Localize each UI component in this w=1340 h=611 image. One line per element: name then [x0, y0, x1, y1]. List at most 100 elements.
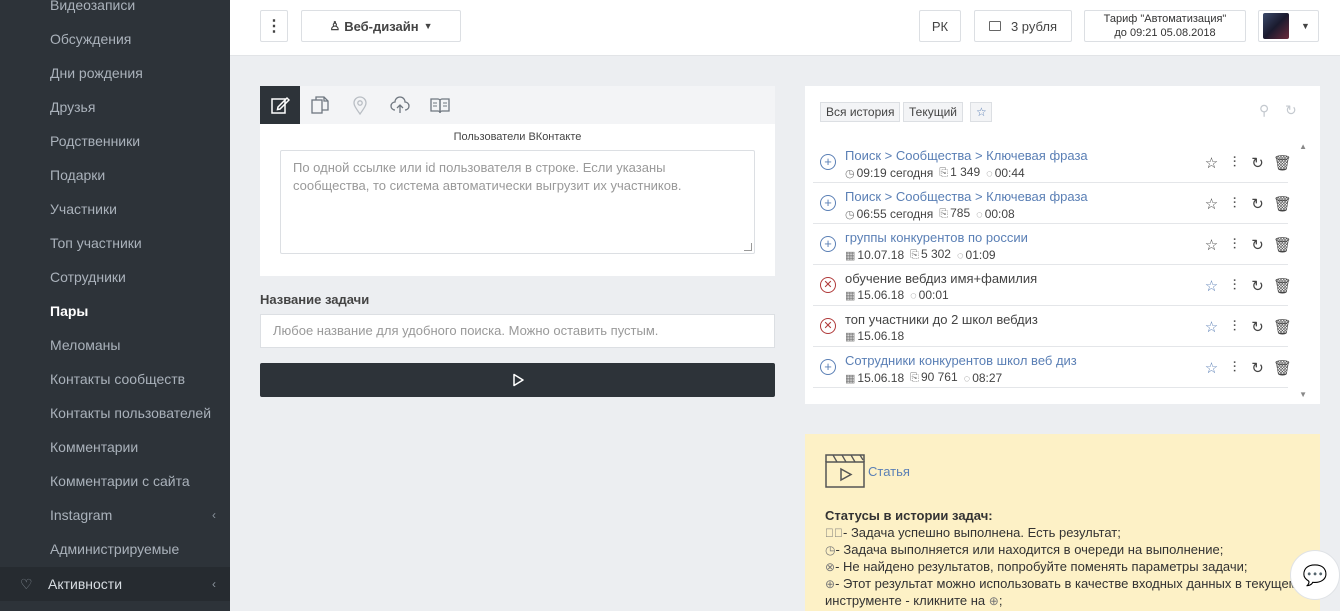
sidebar-item-label: Участники [50, 201, 117, 217]
sidebar-section-activities[interactable]: ♡ Активности ‹ [0, 567, 230, 601]
sidebar-item-discussions[interactable]: Обсуждения [0, 22, 230, 56]
status-line-text: - Этот результат можно использовать в ка… [835, 576, 1298, 591]
history-title-link[interactable]: группы конкурентов по россии [845, 230, 1028, 245]
sidebar-item-relatives[interactable]: Родственники [0, 124, 230, 158]
sidebar-item-user-contacts[interactable]: Контакты пользователей [0, 396, 230, 430]
sidebar-item-couples[interactable]: Пары [0, 294, 230, 328]
trash-icon[interactable]: 🗑 [1273, 236, 1292, 254]
settings-sliders-icon[interactable]: ⫶ [1227, 318, 1242, 336]
balance-button[interactable]: 3 рубля [974, 10, 1072, 42]
language-button[interactable]: РК [919, 10, 961, 42]
tab-copy[interactable] [300, 86, 340, 124]
star-icon[interactable]: ☆ [1204, 318, 1219, 336]
trash-icon[interactable]: 🗑 [1273, 359, 1292, 377]
history-title-link[interactable]: Сотрудники конкурентов школ веб диз [845, 353, 1077, 368]
sidebar-item-birthdays[interactable]: Дни рождения [0, 56, 230, 90]
trash-icon[interactable]: 🗑 [1273, 277, 1292, 295]
task-name-input[interactable]: Любое название для удобного поиска. Можн… [260, 314, 775, 348]
tab-location[interactable] [340, 86, 380, 124]
project-selector[interactable]: ♙ Веб-дизайн ▼ [301, 10, 461, 42]
tariff-name: Тариф "Автоматизация" [1103, 13, 1227, 25]
search-icon[interactable]: ⚲ [1259, 102, 1269, 119]
settings-sliders-icon[interactable]: ⫶ [1227, 359, 1242, 377]
sidebar-item-videos[interactable]: Видеозаписи [0, 0, 230, 22]
chat-button[interactable]: 💬 [1290, 550, 1340, 600]
rerun-icon[interactable]: ↻ [1250, 154, 1265, 172]
copy-icon: ⎘ [910, 372, 919, 384]
add-circle-icon[interactable]: + [820, 195, 836, 211]
info-box: Статья Статусы в истории задач: ✓⃝- Зада… [805, 434, 1320, 611]
star-icon[interactable]: ☆ [1204, 359, 1219, 377]
timer-icon: ◌ [976, 208, 983, 221]
filter-all-history[interactable]: Вся история [820, 102, 901, 122]
history-title-link[interactable]: Поиск > Сообщества > Ключевая фраза [845, 148, 1088, 163]
clock-icon: ◷ [845, 208, 855, 221]
history-date: 06:55 сегодня [856, 206, 934, 221]
resize-handle-icon[interactable] [744, 243, 752, 251]
trash-icon[interactable]: 🗑 [1273, 154, 1292, 172]
language-label: РК [931, 18, 949, 34]
scroll-down-arrow-icon[interactable]: ▼ [1299, 390, 1307, 399]
balance-label: 3 рубля [1010, 18, 1058, 34]
topbar: ⋮ ♙ Веб-дизайн ▼ РК 3 рубля Тариф "Автом… [230, 0, 1340, 56]
sidebar-item-comments[interactable]: Комментарии [0, 430, 230, 464]
sidebar-item-members[interactable]: Участники [0, 192, 230, 226]
trash-icon[interactable]: 🗑 [1273, 318, 1292, 336]
history-title-link[interactable]: Поиск > Сообщества > Ключевая фраза [845, 189, 1088, 204]
more-vertical-icon: ⋮ [266, 18, 282, 35]
user-menu-button[interactable]: ▼ [1258, 10, 1319, 42]
history-count: 5 302 [920, 247, 951, 261]
status-line-empty: ⊗- Не найдено результатов, попробуйте по… [825, 559, 1248, 574]
rerun-icon[interactable]: ↻ [1250, 236, 1265, 254]
sidebar-item-administered[interactable]: Администрируемые [0, 532, 230, 566]
rerun-icon[interactable]: ↻ [1250, 277, 1265, 295]
star-icon[interactable]: ☆ [1204, 154, 1219, 172]
sidebar-item-label: Меломаны [50, 337, 121, 353]
tab-edit[interactable] [260, 86, 300, 124]
scroll-up-arrow-icon[interactable]: ▲ [1299, 142, 1307, 151]
sidebar-item-friends[interactable]: Друзья [0, 90, 230, 124]
users-textarea[interactable]: По одной ссылке или id пользователя в ст… [280, 150, 755, 254]
copy-icon [311, 96, 329, 114]
sidebar-item-gifts[interactable]: Подарки [0, 158, 230, 192]
sidebar-item-instagram[interactable]: Instagram ‹ [0, 498, 230, 532]
calendar-icon: ▦ [845, 290, 856, 302]
star-icon[interactable]: ☆ [1204, 236, 1219, 254]
settings-sliders-icon[interactable]: ⫶ [1227, 195, 1242, 213]
tab-upload[interactable] [380, 86, 420, 124]
sidebar-item-top-members[interactable]: Топ участники [0, 226, 230, 260]
add-circle-icon[interactable]: + [820, 236, 836, 252]
sidebar-item-label: Подарки [50, 167, 106, 183]
tariff-button[interactable]: Тариф "Автоматизация" до 09:21 05.08.201… [1084, 10, 1246, 42]
status-line-reuse-cont: инструменте - кликните на ⊕; [825, 593, 1002, 608]
filter-current[interactable]: Текущий [903, 102, 963, 122]
history-title: обучение вебдиз имя+фамилия [845, 271, 1038, 286]
sidebar: Видеозаписи Обсуждения Дни рождения Друз… [0, 0, 230, 611]
refresh-icon[interactable]: ↻ [1285, 102, 1297, 119]
status-line-text-end: ; [998, 593, 1003, 608]
more-menu-button[interactable]: ⋮ [260, 10, 288, 42]
sidebar-item-employees[interactable]: Сотрудники [0, 260, 230, 294]
history-duration: 01:09 [965, 247, 996, 262]
article-link[interactable]: Статья [868, 464, 910, 479]
sidebar-item-site-comments[interactable]: Комментарии с сайта [0, 464, 230, 498]
sidebar-item-community-contacts[interactable]: Контакты сообществ [0, 362, 230, 396]
rerun-icon[interactable]: ↻ [1250, 318, 1265, 336]
filter-starred[interactable]: ☆ [970, 102, 992, 122]
settings-sliders-icon[interactable]: ⫶ [1227, 154, 1242, 172]
add-circle-icon[interactable]: + [820, 359, 836, 375]
run-task-button[interactable] [260, 363, 775, 397]
status-line-text: - Задача успешно выполнена. Есть результ… [843, 525, 1121, 540]
settings-sliders-icon[interactable]: ⫶ [1227, 277, 1242, 295]
tab-book[interactable] [420, 86, 460, 124]
sidebar-item-music-lovers[interactable]: Меломаны [0, 328, 230, 362]
history-meta: ◷ 06:55 сегодня ⎘ 785 ◌ 00:08 [845, 206, 1015, 221]
star-icon[interactable]: ☆ [1204, 195, 1219, 213]
sidebar-item-label: Видеозаписи [50, 0, 136, 13]
star-icon[interactable]: ☆ [1204, 277, 1219, 295]
settings-sliders-icon[interactable]: ⫶ [1227, 236, 1242, 254]
rerun-icon[interactable]: ↻ [1250, 359, 1265, 377]
add-circle-icon[interactable]: + [820, 154, 836, 170]
rerun-icon[interactable]: ↻ [1250, 195, 1265, 213]
trash-icon[interactable]: 🗑 [1273, 195, 1292, 213]
